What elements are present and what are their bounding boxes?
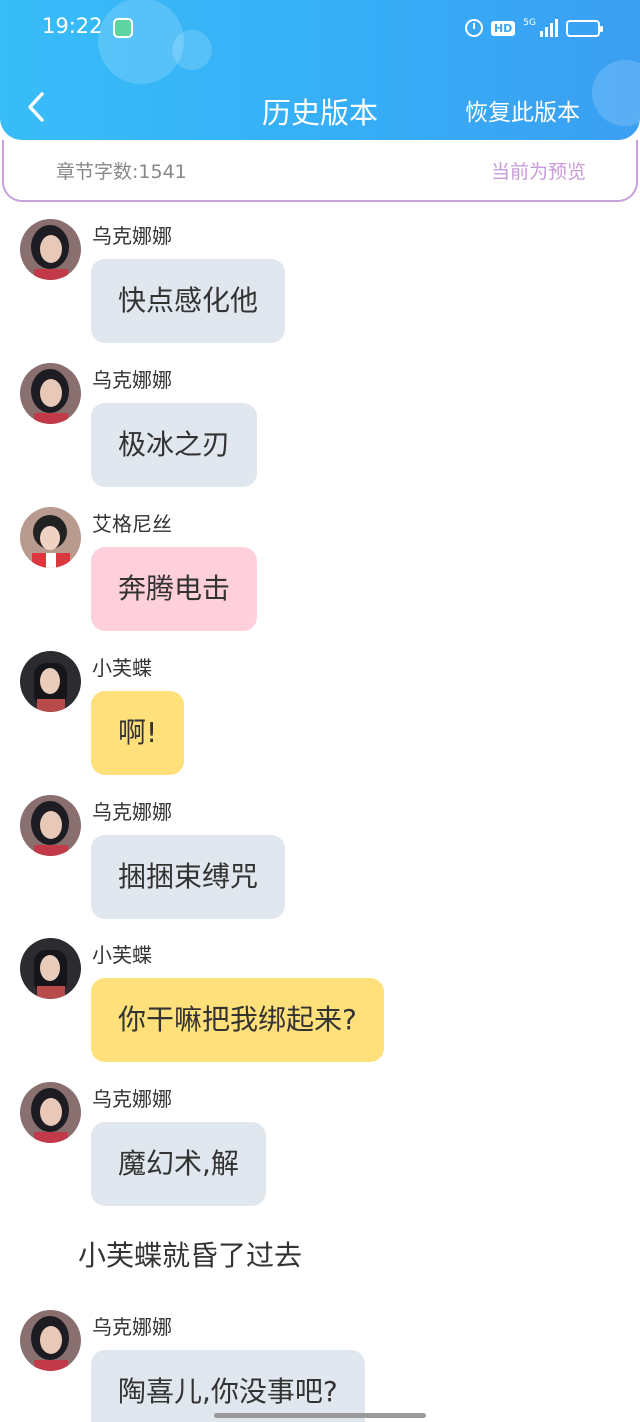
message-bubble[interactable]: 捆捆束缚咒 [91, 835, 286, 919]
restore-version-button[interactable]: 恢复此版本 [465, 93, 580, 127]
avatar[interactable] [20, 1310, 81, 1371]
message-bubble[interactable]: 极冰之刃 [91, 403, 258, 487]
message-bubble[interactable]: 啊! [91, 691, 185, 775]
sender-name: 乌克娜娜 [92, 800, 172, 824]
sender-name: 乌克娜娜 [92, 224, 172, 248]
sender-name: 乌克娜娜 [92, 1087, 172, 1111]
network-type-label: 5G [523, 18, 536, 28]
message-bubble[interactable]: 奔腾电击 [91, 547, 258, 631]
app-notification-icon [113, 18, 133, 38]
avatar[interactable] [20, 219, 81, 280]
avatar[interactable] [20, 507, 81, 568]
status-time: 19:22 [42, 14, 103, 38]
sender-name: 小芙蝶 [92, 943, 152, 967]
avatar[interactable] [20, 651, 81, 712]
avatar[interactable] [20, 938, 81, 999]
chapter-info-bar: 章节字数:1541 当前为预览 [2, 140, 638, 202]
status-bar: 19:22 HD 5G [0, 0, 640, 56]
signal-icon [540, 19, 558, 37]
message-bubble[interactable]: 你干嘛把我绑起来? [91, 978, 384, 1062]
message-bubble[interactable]: 陶喜儿,你没事吧? [91, 1350, 365, 1422]
word-count: 章节字数:1541 [56, 161, 187, 183]
message-bubble[interactable]: 魔幻术,解 [91, 1122, 266, 1206]
status-icons: HD 5G [464, 16, 603, 40]
home-indicator[interactable] [214, 1413, 426, 1418]
avatar[interactable] [20, 1082, 81, 1143]
avatar[interactable] [20, 363, 81, 424]
preview-status: 当前为预览 [490, 161, 586, 183]
battery-icon [566, 19, 603, 37]
sender-name: 小芙蝶 [92, 656, 152, 680]
message-bubble[interactable]: 快点感化他 [91, 259, 286, 343]
hd-icon: HD [490, 20, 516, 36]
avatar[interactable] [20, 795, 81, 856]
nav-bar: 历史版本 恢复此版本 [0, 78, 640, 138]
sender-name: 乌克娜娜 [92, 368, 172, 392]
sender-name: 艾格尼丝 [92, 512, 172, 536]
header-bar: 19:22 HD 5G 历史版本 恢复此版本 [0, 0, 640, 140]
narration-text: 小芙蝶就昏了过去 [78, 1239, 303, 1272]
alarm-icon [464, 19, 483, 37]
sender-name: 乌克娜娜 [92, 1315, 172, 1339]
